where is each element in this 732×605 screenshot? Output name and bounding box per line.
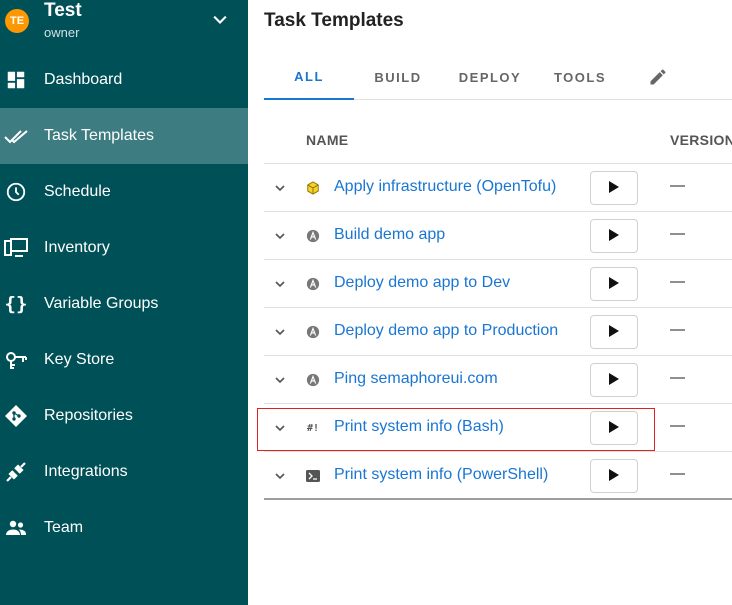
sidebar-item-label: Schedule: [44, 183, 111, 200]
dashboard-icon: [4, 68, 28, 92]
sidebar-item-dashboard[interactable]: Dashboard: [0, 52, 248, 108]
version-value: —: [670, 465, 685, 482]
page-title: Task Templates: [264, 10, 404, 31]
sidebar-item-label: Integrations: [44, 463, 128, 480]
table-row: Deploy demo app to Dev —: [264, 260, 732, 308]
run-button[interactable]: [590, 459, 638, 493]
ansible-icon: [305, 276, 321, 292]
chevron-down-icon[interactable]: [268, 368, 292, 392]
template-link[interactable]: Deploy demo app to Dev: [334, 274, 510, 292]
template-link[interactable]: Print system info (PowerShell): [334, 466, 548, 484]
tab-deploy[interactable]: DEPLOY: [442, 54, 538, 100]
chevron-down-icon[interactable]: [268, 176, 292, 200]
bash-icon: #!: [306, 422, 320, 434]
run-button[interactable]: [590, 171, 638, 205]
sidebar-item-label: Team: [44, 519, 84, 536]
play-icon: [608, 276, 620, 293]
chevron-down-icon[interactable]: [268, 320, 292, 344]
tab-bar: ALL BUILD DEPLOY TOOLS: [264, 54, 732, 100]
run-button[interactable]: [590, 315, 638, 349]
sidebar-item-variable-groups[interactable]: {} Variable Groups: [0, 276, 248, 332]
chevron-down-icon[interactable]: [268, 272, 292, 296]
version-value: —: [670, 369, 685, 386]
team-icon: [4, 516, 28, 540]
run-button[interactable]: [590, 219, 638, 253]
tab-all[interactable]: ALL: [264, 54, 354, 100]
plug-icon: [4, 460, 28, 484]
sidebar-item-label: Variable Groups: [44, 295, 159, 312]
monitor-icon: [4, 236, 28, 260]
ansible-icon: [305, 228, 321, 244]
sidebar-item-inventory[interactable]: Inventory: [0, 220, 248, 276]
table-row: Build demo app —: [264, 212, 732, 260]
template-link[interactable]: Ping semaphoreui.com: [334, 370, 498, 388]
sidebar: TE Test owner Dashboard Task Templates S…: [0, 0, 248, 605]
table-row: #! Print system info (Bash) —: [264, 404, 732, 452]
play-icon: [608, 180, 620, 197]
run-button[interactable]: [590, 363, 638, 397]
git-icon: [4, 404, 28, 428]
version-value: —: [670, 321, 685, 338]
main-content: Task Templates ALL BUILD DEPLOY TOOLS NA…: [248, 0, 732, 605]
project-selector[interactable]: TE Test owner: [0, 0, 248, 52]
chevron-down-icon[interactable]: [268, 224, 292, 248]
template-link[interactable]: Apply infrastructure (OpenTofu): [334, 178, 556, 196]
version-value: —: [670, 177, 685, 194]
version-value: —: [670, 417, 685, 434]
sidebar-item-label: Dashboard: [44, 71, 123, 88]
sidebar-item-label: Inventory: [44, 239, 110, 256]
table-row: Deploy demo app to Production —: [264, 308, 732, 356]
template-link[interactable]: Print system info (Bash): [334, 418, 504, 436]
sidebar-item-team[interactable]: Team: [0, 500, 248, 556]
column-header-version[interactable]: VERSION: [670, 116, 732, 163]
sidebar-item-task-templates[interactable]: Task Templates: [0, 108, 248, 164]
play-icon: [608, 324, 620, 341]
template-link[interactable]: Build demo app: [334, 226, 445, 244]
sidebar-item-label: Key Store: [44, 351, 115, 368]
template-link[interactable]: Deploy demo app to Production: [334, 322, 558, 340]
play-icon: [608, 420, 620, 437]
tab-build[interactable]: BUILD: [354, 54, 442, 100]
key-icon: [4, 348, 28, 372]
sidebar-item-schedule[interactable]: Schedule: [0, 164, 248, 220]
project-avatar: TE: [5, 9, 29, 33]
chevron-down-icon[interactable]: [210, 10, 230, 30]
sidebar-item-key-store[interactable]: Key Store: [0, 332, 248, 388]
sidebar-item-repositories[interactable]: Repositories: [0, 388, 248, 444]
version-value: —: [670, 225, 685, 242]
powershell-icon: [305, 468, 321, 484]
sidebar-item-label: Task Templates: [44, 127, 154, 144]
play-icon: [608, 228, 620, 245]
ansible-icon: [305, 324, 321, 340]
version-value: —: [670, 273, 685, 290]
clock-icon: [4, 180, 28, 204]
sidebar-item-label: Repositories: [44, 407, 133, 424]
project-role: owner: [44, 25, 80, 40]
run-button[interactable]: [590, 267, 638, 301]
chevron-down-icon[interactable]: [268, 416, 292, 440]
table-row: Ping semaphoreui.com —: [264, 356, 732, 404]
play-icon: [608, 372, 620, 389]
project-name: Test: [44, 0, 82, 21]
table-row: Apply infrastructure (OpenTofu) —: [264, 164, 732, 212]
table-row: Print system info (PowerShell) —: [264, 452, 732, 500]
double-check-icon: [4, 124, 28, 148]
play-icon: [608, 468, 620, 485]
pencil-icon[interactable]: [648, 67, 668, 87]
tab-tools[interactable]: TOOLS: [538, 54, 622, 100]
ansible-icon: [305, 372, 321, 388]
column-header-name[interactable]: NAME: [306, 116, 348, 163]
run-button[interactable]: [590, 411, 638, 445]
braces-icon: {}: [4, 293, 28, 315]
chevron-down-icon[interactable]: [268, 464, 292, 488]
sidebar-item-integrations[interactable]: Integrations: [0, 444, 248, 500]
opentofu-icon: [305, 180, 321, 196]
